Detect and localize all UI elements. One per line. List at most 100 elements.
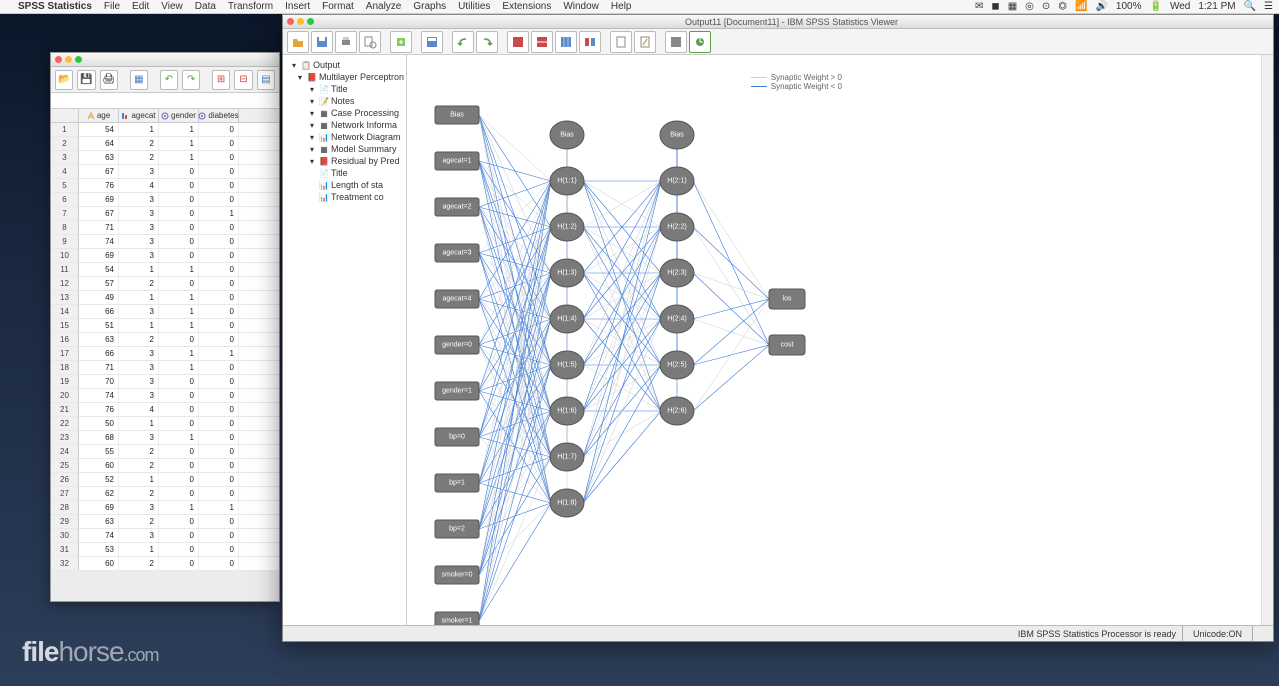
- maximize-icon[interactable]: [307, 18, 314, 25]
- row-header[interactable]: 2: [51, 137, 79, 150]
- disclosure-icon[interactable]: ▾: [307, 156, 317, 166]
- table-row[interactable]: 154110: [51, 123, 279, 137]
- data-formula-bar[interactable]: [51, 93, 279, 109]
- cell[interactable]: 3: [119, 221, 159, 234]
- table-row[interactable]: 2869311: [51, 501, 279, 515]
- row-header[interactable]: 18: [51, 361, 79, 374]
- disclosure-icon[interactable]: ▾: [307, 120, 317, 130]
- output-titlebar[interactable]: Output11 [Document11] - IBM SPSS Statist…: [283, 15, 1273, 29]
- outline-item[interactable]: ▾📕Residual by Pred: [285, 155, 404, 167]
- table-row[interactable]: 1069300: [51, 249, 279, 263]
- cell[interactable]: 70: [79, 375, 119, 388]
- cell[interactable]: 0: [199, 151, 239, 164]
- vertical-scrollbar[interactable]: [1261, 55, 1273, 625]
- cell[interactable]: 0: [199, 473, 239, 486]
- cell[interactable]: 3: [119, 347, 159, 360]
- status-icon[interactable]: ✉: [975, 1, 983, 12]
- cell[interactable]: 0: [199, 403, 239, 416]
- table-row[interactable]: 467300: [51, 165, 279, 179]
- cell[interactable]: 1: [159, 151, 199, 164]
- cell[interactable]: 71: [79, 221, 119, 234]
- cell[interactable]: 1: [159, 137, 199, 150]
- row-header[interactable]: 27: [51, 487, 79, 500]
- cell[interactable]: 3: [119, 193, 159, 206]
- row-header[interactable]: 10: [51, 249, 79, 262]
- row-header[interactable]: 3: [51, 151, 79, 164]
- cell[interactable]: 60: [79, 557, 119, 570]
- edit-button[interactable]: [634, 31, 656, 53]
- table-row[interactable]: 2455200: [51, 445, 279, 459]
- table-row[interactable]: 974300: [51, 235, 279, 249]
- cell[interactable]: 0: [199, 333, 239, 346]
- save-button[interactable]: [311, 31, 333, 53]
- row-header[interactable]: 20: [51, 389, 79, 402]
- cell[interactable]: 51: [79, 319, 119, 332]
- cell[interactable]: 3: [119, 235, 159, 248]
- select-cases-button[interactable]: [579, 31, 601, 53]
- print-button[interactable]: [335, 31, 357, 53]
- menu-data[interactable]: Data: [195, 1, 216, 12]
- cell[interactable]: 74: [79, 389, 119, 402]
- disclosure-icon[interactable]: ▾: [307, 84, 317, 94]
- cell[interactable]: 3: [119, 529, 159, 542]
- outline-item[interactable]: ▾▦Network Informa: [285, 119, 404, 131]
- disclosure-icon[interactable]: ▾: [307, 144, 317, 154]
- cell[interactable]: 0: [159, 557, 199, 570]
- cell[interactable]: 3: [119, 389, 159, 402]
- insert-button[interactable]: [610, 31, 632, 53]
- outline-item[interactable]: ▾📊Network Diagram: [285, 131, 404, 143]
- row-header[interactable]: 5: [51, 179, 79, 192]
- cell[interactable]: 66: [79, 347, 119, 360]
- undo-button[interactable]: ↶: [160, 70, 178, 90]
- row-header[interactable]: 21: [51, 403, 79, 416]
- menu-analyze[interactable]: Analyze: [366, 1, 402, 12]
- outline-item[interactable]: ▾📕Multilayer Perceptron: [285, 71, 404, 83]
- cell[interactable]: 4: [119, 179, 159, 192]
- cell[interactable]: 0: [159, 417, 199, 430]
- column-header-age[interactable]: age: [79, 109, 119, 122]
- cell[interactable]: 0: [159, 543, 199, 556]
- menu-insert[interactable]: Insert: [285, 1, 310, 12]
- column-header-diabetes[interactable]: diabetes: [199, 109, 239, 122]
- cell[interactable]: 71: [79, 361, 119, 374]
- maximize-icon[interactable]: [75, 56, 82, 63]
- close-icon[interactable]: [55, 56, 62, 63]
- table-row[interactable]: 2762200: [51, 487, 279, 501]
- status-icon[interactable]: ▦: [1008, 1, 1017, 12]
- goto-case-button[interactable]: [531, 31, 553, 53]
- status-icon[interactable]: ⏣: [1058, 1, 1067, 12]
- cell[interactable]: 0: [199, 361, 239, 374]
- cell[interactable]: 0: [199, 557, 239, 570]
- table-row[interactable]: 1349110: [51, 291, 279, 305]
- row-header[interactable]: 9: [51, 235, 79, 248]
- cell[interactable]: 0: [159, 389, 199, 402]
- cell[interactable]: 0: [159, 221, 199, 234]
- row-header[interactable]: 23: [51, 431, 79, 444]
- table-row[interactable]: 2368310: [51, 431, 279, 445]
- cell[interactable]: 0: [159, 445, 199, 458]
- cell[interactable]: 1: [119, 263, 159, 276]
- menu-transform[interactable]: Transform: [228, 1, 273, 12]
- cell[interactable]: 69: [79, 249, 119, 262]
- cell[interactable]: 74: [79, 235, 119, 248]
- table-row[interactable]: 767301: [51, 207, 279, 221]
- cell[interactable]: 0: [159, 193, 199, 206]
- minimize-icon[interactable]: [65, 56, 72, 63]
- cell[interactable]: 0: [159, 515, 199, 528]
- cell[interactable]: 0: [159, 165, 199, 178]
- cell[interactable]: 1: [119, 417, 159, 430]
- disclosure-icon[interactable]: ▾: [295, 72, 305, 82]
- cell[interactable]: 74: [79, 529, 119, 542]
- menu-edit[interactable]: Edit: [132, 1, 149, 12]
- activate-button[interactable]: [689, 31, 711, 53]
- row-header[interactable]: 26: [51, 473, 79, 486]
- cell[interactable]: 0: [199, 137, 239, 150]
- cell[interactable]: 1: [199, 347, 239, 360]
- cell[interactable]: 57: [79, 277, 119, 290]
- cell[interactable]: 0: [159, 179, 199, 192]
- menu-format[interactable]: Format: [322, 1, 354, 12]
- notification-icon[interactable]: ☰: [1264, 1, 1273, 12]
- cell[interactable]: 0: [199, 445, 239, 458]
- cell[interactable]: 0: [199, 515, 239, 528]
- cell[interactable]: 0: [199, 235, 239, 248]
